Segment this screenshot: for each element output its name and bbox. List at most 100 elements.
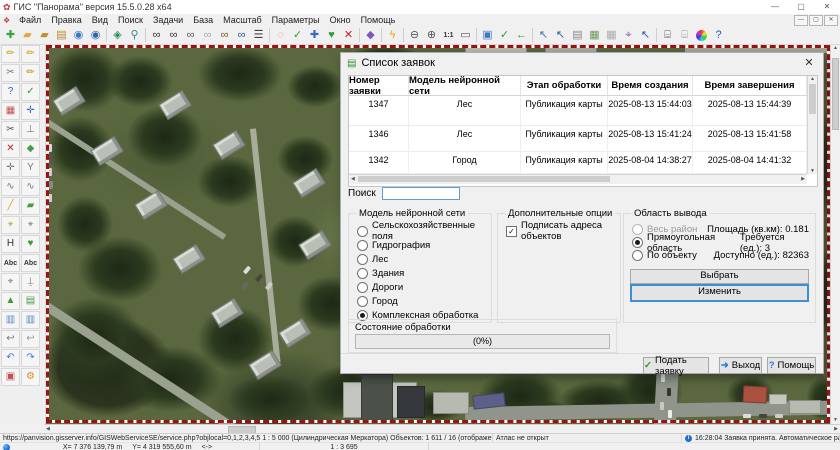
tool-map-export[interactable]: ▦ [586,27,603,43]
tool-zoom-out[interactable]: ⊖ [406,27,423,43]
menu-Параметры[interactable]: Параметры [267,15,325,25]
tool-money-green[interactable]: ▤ [21,292,40,310]
tool-redo-small[interactable]: ↩ [21,330,40,348]
table-cell[interactable]: Лес [409,96,521,126]
scroll-right-arrow-icon[interactable]: ▶ [801,176,805,182]
select-area-button[interactable]: Выбрать [630,269,809,284]
scroll-up-arrow-icon[interactable]: ▲ [808,76,817,82]
menu-База[interactable]: База [188,15,218,25]
tool-find-more[interactable]: ∞ [182,27,199,43]
tool-edit-create[interactable]: ✏ [1,45,20,63]
tool-spline2[interactable]: ∿ [21,178,40,196]
table-cell[interactable]: 2025-08-04 14:38:27 [608,152,693,174]
tool-back-area[interactable]: ← [513,27,530,43]
tool-undo-small[interactable]: ↩ [1,330,20,348]
tool-highlight-remove[interactable]: ✕ [340,27,357,43]
tool-torch[interactable]: ⌖ [21,216,40,234]
radio-roads[interactable]: Дороги [349,280,491,294]
column-header[interactable]: Время завершения [693,76,807,96]
table-cell[interactable]: 1347 [349,96,409,126]
tool-pointer[interactable]: ↖ [637,27,654,43]
tool-chart1[interactable]: ▥ [1,311,20,329]
tool-node-edit[interactable]: ✛ [1,159,20,177]
tool-view-select[interactable]: ▣ [479,27,496,43]
table-cell[interactable]: 2025-08-13 15:41:58 [693,126,807,152]
minimize-button[interactable]: — [762,0,788,14]
tool-select-panel[interactable]: ↖ [535,27,552,43]
tool-edit-cut[interactable]: ✂ [1,64,20,82]
column-header[interactable]: Этап обработки [521,76,608,96]
maximize-button[interactable]: ▢ [788,0,814,14]
tool-torch2[interactable]: ⌖ [1,273,20,291]
mdi-close-button[interactable]: ✕ [824,15,838,26]
tool-image-tool[interactable]: ▣ [1,368,20,386]
tool-run-task[interactable]: ϟ [384,27,401,43]
radio-forest[interactable]: Лес [349,252,491,266]
scroll-down-arrow-icon[interactable]: ▼ [831,417,840,423]
submit-request-button[interactable]: ✓ Подать заявку [643,357,709,374]
tool-route-pin[interactable]: ⌖ [620,27,637,43]
column-header[interactable]: Модель нейронной сети [409,76,521,96]
table-cell[interactable]: Публикация карты [521,152,608,174]
tool-object-list[interactable]: ☰ [250,27,267,43]
tool-delete-object[interactable]: ✕ [1,140,20,158]
tool-move-object[interactable]: ✛ [21,102,40,120]
dialog-close-button[interactable]: ✕ [795,53,823,73]
mdi-minimize-button[interactable]: — [794,15,808,26]
tool-triangle-green[interactable]: ▲ [1,292,20,310]
tool-print[interactable]: ⌸ [659,27,676,43]
table-cell[interactable]: 2025-08-13 15:44:39 [693,96,807,126]
checkbox-sign-addresses[interactable]: ✓ Подписать адреса объектов [498,224,620,238]
menu-Вид[interactable]: Вид [87,15,113,25]
tool-accept-area[interactable]: ✓ [496,27,513,43]
table-cell[interactable]: 2025-08-13 15:44:03 [608,96,693,126]
menu-Файл[interactable]: Файл [14,15,46,25]
close-button[interactable]: ✕ [814,0,840,14]
tool-color-wheel[interactable] [693,27,710,43]
radio-by-object[interactable]: По объекту [624,249,697,262]
tool-line-orange[interactable]: ╱ [1,197,20,215]
tool-area-green[interactable]: ▰ [21,197,40,215]
tool-find-disabled[interactable]: ∞ [199,27,216,43]
tool-find-address[interactable]: ∞ [216,27,233,43]
tool-undo-big[interactable]: ↶ [1,349,20,367]
tool-fill-object[interactable]: ◆ [21,140,40,158]
scroll-down-arrow-icon[interactable]: ▼ [808,168,817,174]
tool-edit-create2[interactable]: ✏ [21,45,40,63]
tool-object-heart[interactable]: ♥ [21,235,40,253]
tool-legend[interactable]: ⚲ [126,27,143,43]
tool-spline1[interactable]: ∿ [1,178,20,196]
table-cell[interactable]: 1346 [349,126,409,152]
column-header[interactable]: Номер заявки [349,76,409,96]
tool-geoportal-list[interactable]: ◉ [87,27,104,43]
table-hscroll-thumb[interactable] [358,176,610,182]
tool-text-abc2[interactable]: Abc [21,254,40,272]
menu-Поиск[interactable]: Поиск [113,15,148,25]
table-scroll-thumb[interactable] [809,84,816,114]
table-cell[interactable]: 1342 [349,152,409,174]
column-header[interactable]: Время создания [608,76,693,96]
tool-highlight-check[interactable]: ✓ [289,27,306,43]
table-vertical-scrollbar[interactable]: ▲▼ [807,76,817,174]
tool-select-object[interactable]: ↖ [552,27,569,43]
tool-horizontal-h[interactable]: H [1,235,20,253]
tool-cut-object[interactable]: ✂ [1,121,20,139]
tool-graph-node[interactable]: ⍊ [21,273,40,291]
tool-new-sheet[interactable]: ✚ [2,27,19,43]
table-cell[interactable]: Публикация карты [521,96,608,126]
tool-zoom-in[interactable]: ⊕ [423,27,440,43]
table-cell[interactable]: Город [409,152,521,174]
table-cell[interactable]: Лес [409,126,521,152]
tool-fit-frame[interactable]: ▭ [457,27,474,43]
scroll-left-arrow-icon[interactable]: ◀ [46,426,50,432]
tool-chart2[interactable]: ▥ [21,311,40,329]
tool-highlight-add[interactable]: ✚ [306,27,323,43]
table-cell[interactable]: 2025-08-04 14:41:32 [693,152,807,174]
tool-help-pointer[interactable]: ? [710,27,727,43]
tool-text-abc[interactable]: Abc [1,254,20,272]
tool-find[interactable]: ∞ [148,27,165,43]
menu-Окно[interactable]: Окно [325,15,356,25]
table-horizontal-scrollbar[interactable]: ◀▶ [349,174,807,184]
radio-buildings[interactable]: Здания [349,266,491,280]
menu-Помощь[interactable]: Помощь [356,15,401,25]
